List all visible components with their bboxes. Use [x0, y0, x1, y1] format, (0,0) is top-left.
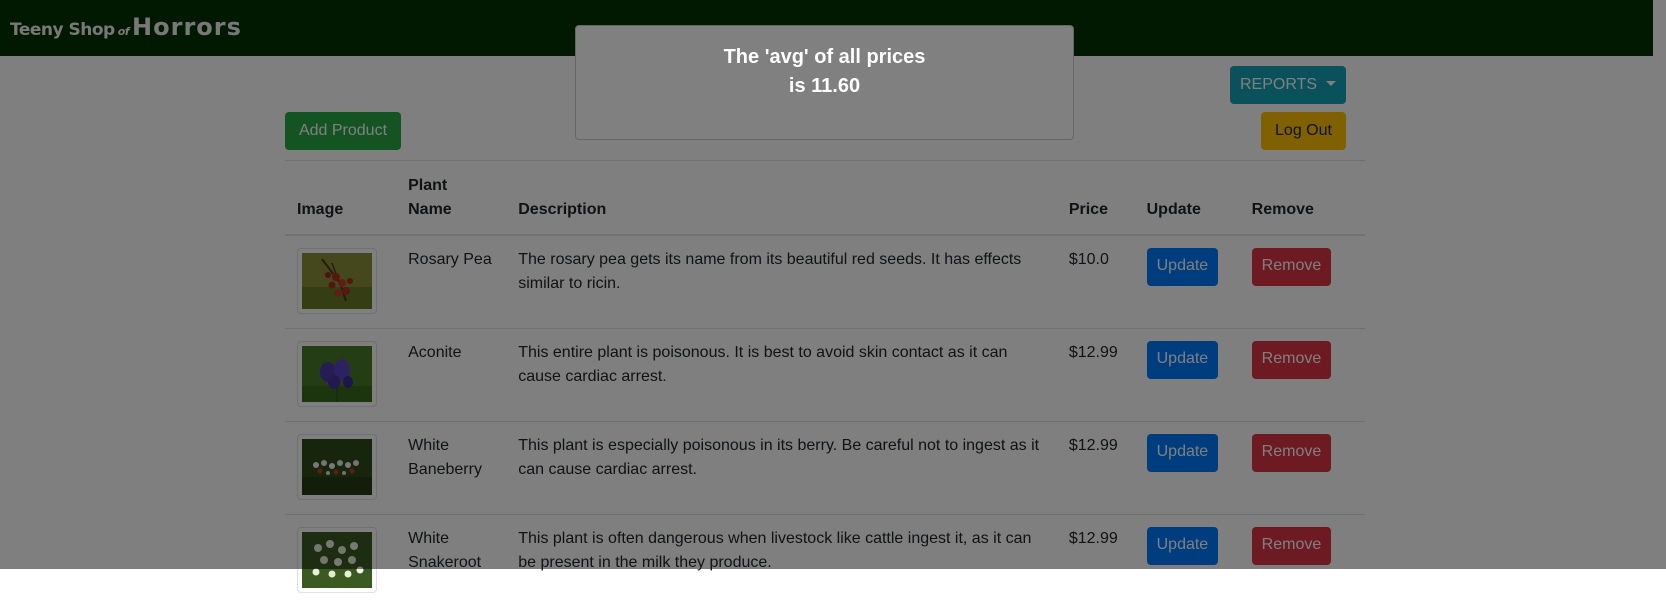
modal-message-line1: The 'avg' of all prices — [576, 43, 1073, 71]
average-price-modal: The 'avg' of all prices is 11.60 — [575, 25, 1074, 140]
modal-message-line2: is 11.60 — [576, 72, 1073, 100]
